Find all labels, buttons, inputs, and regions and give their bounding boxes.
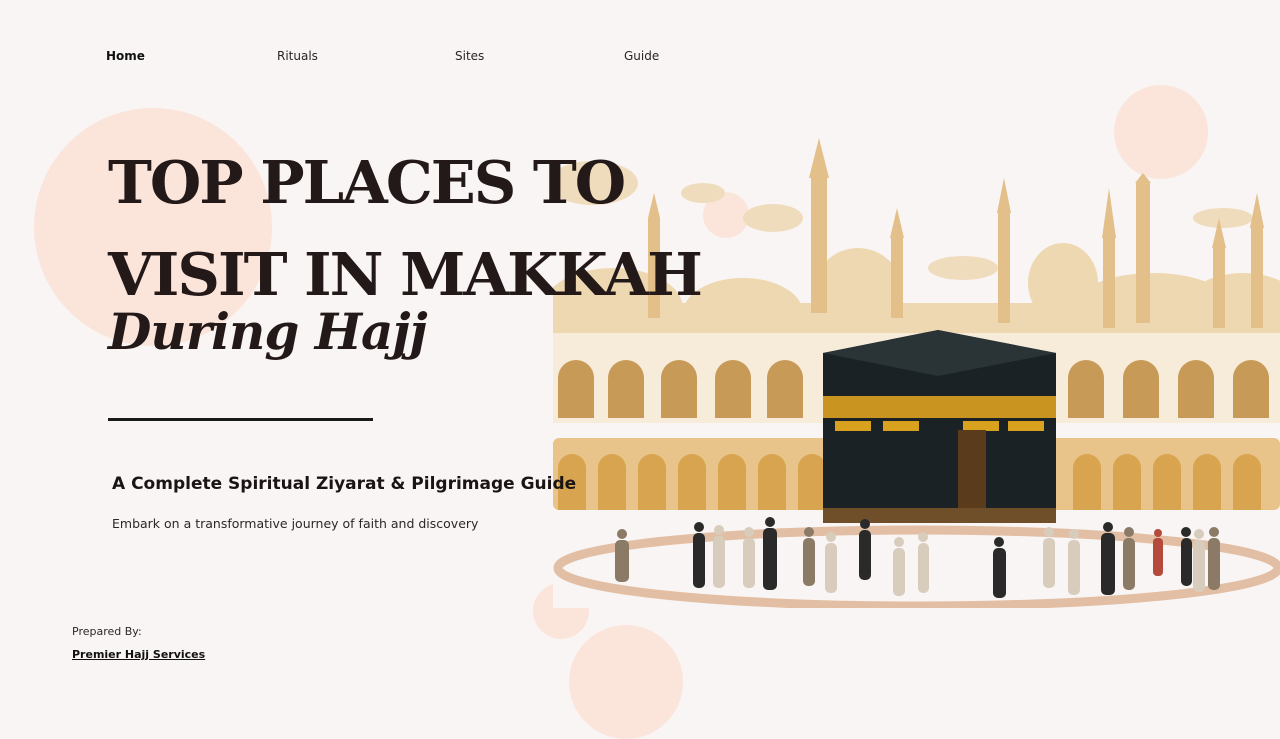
- title-divider: [108, 418, 373, 421]
- decor-circle-bottom: [569, 625, 683, 739]
- nav-sites[interactable]: Sites: [455, 49, 484, 63]
- kaaba: [823, 330, 1056, 523]
- nav-guide[interactable]: Guide: [624, 49, 659, 63]
- hero-title-line2: VISIT IN MAKKAH: [108, 240, 703, 309]
- kaaba-mosque-illustration: [553, 138, 1280, 608]
- hero-title-line3: During Hajj: [108, 302, 428, 361]
- organization-link[interactable]: Premier Hajj Services: [72, 648, 205, 661]
- hero-subtitle: A Complete Spiritual Ziyarat & Pilgrimag…: [112, 474, 577, 494]
- hero-title-line1: TOP PLACES TO: [108, 148, 626, 217]
- hero-description: Embark on a transformative journey of fa…: [112, 516, 479, 531]
- nav-rituals[interactable]: Rituals: [277, 49, 318, 63]
- prepared-by-label: Prepared By:: [72, 625, 142, 638]
- nav-home[interactable]: Home: [106, 49, 145, 63]
